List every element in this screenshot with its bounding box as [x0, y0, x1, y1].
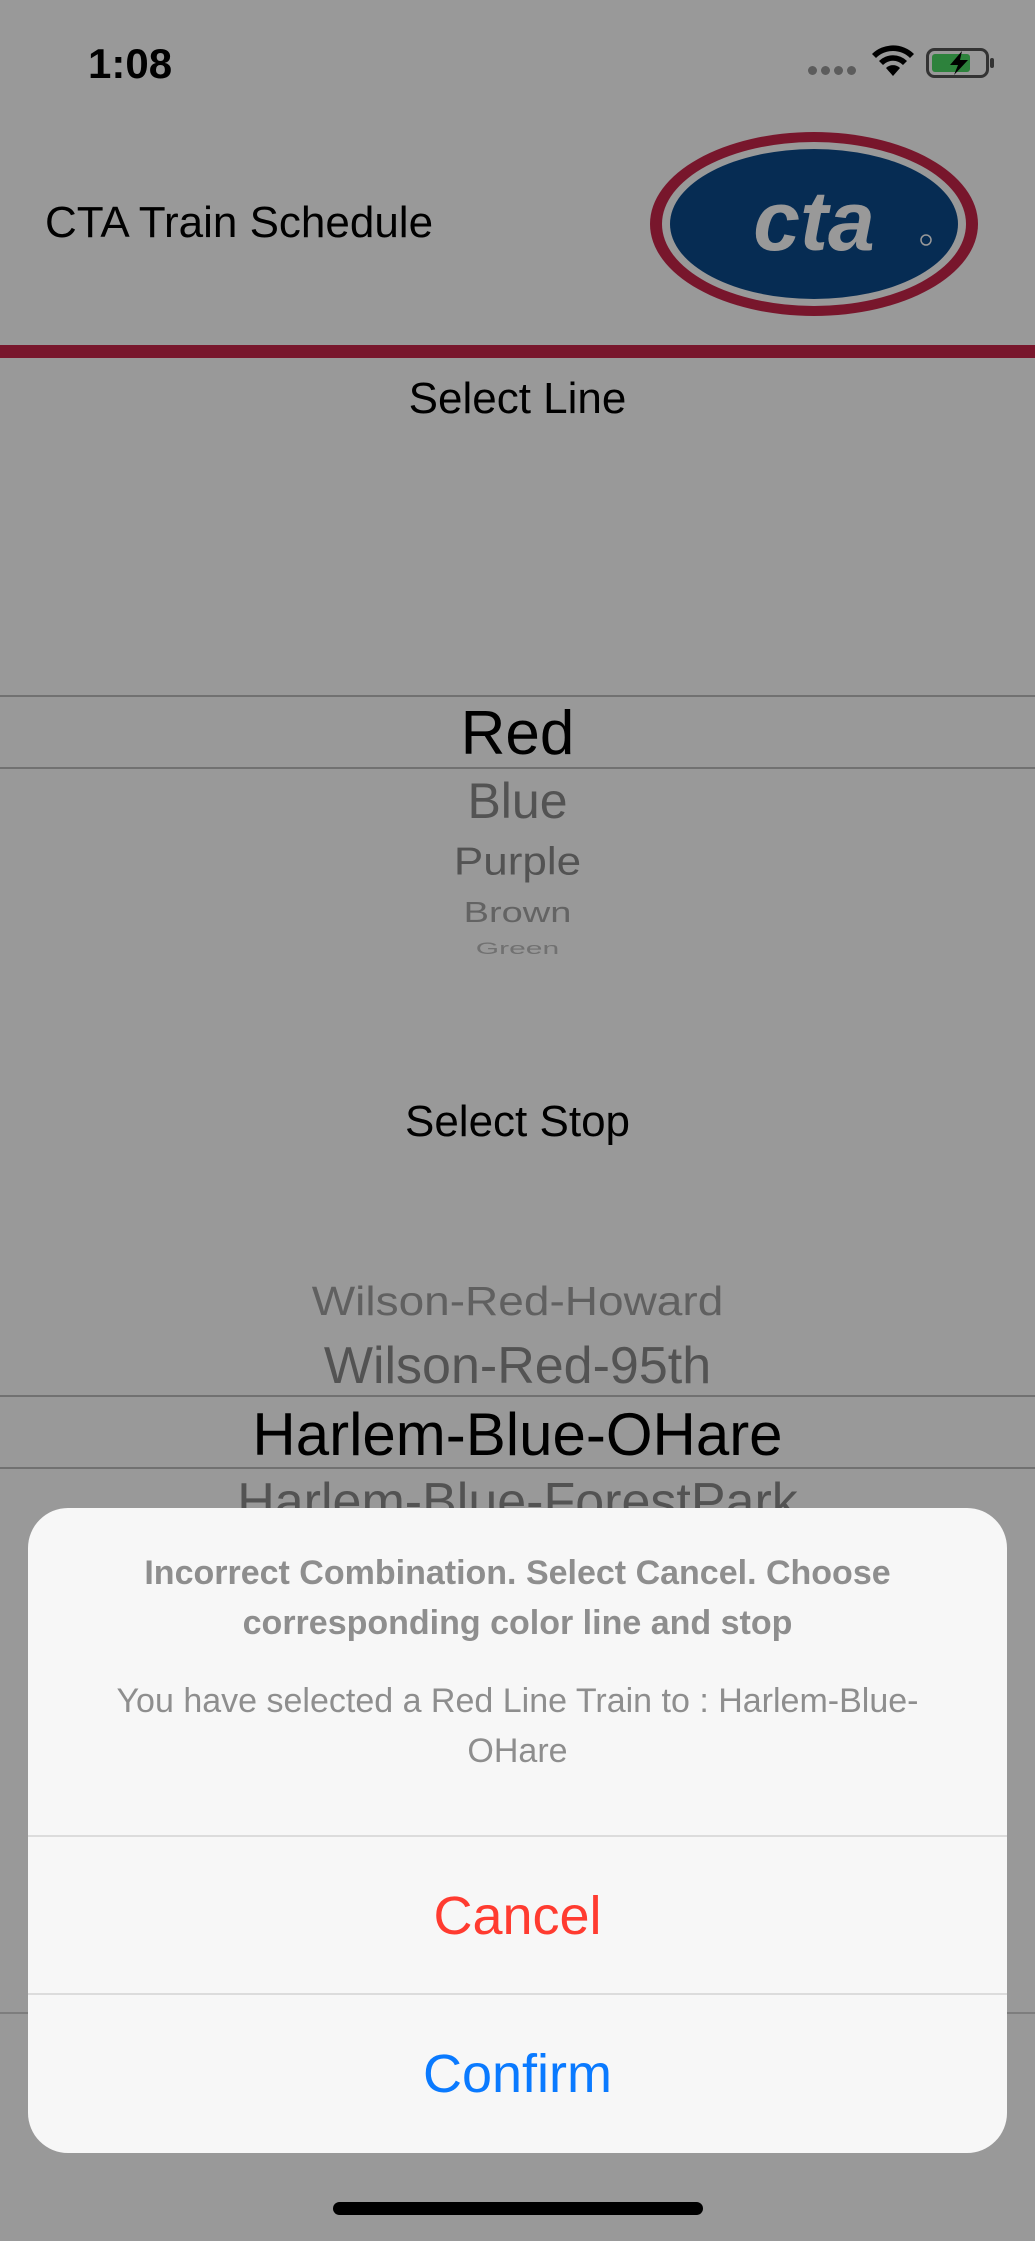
alert-message: You have selected a Red Line Train to : …	[116, 1682, 919, 1770]
home-indicator[interactable]	[333, 2202, 703, 2215]
alert-header: Incorrect Combination. Select Cancel. Ch…	[28, 1508, 1007, 1835]
alert-action-sheet: Incorrect Combination. Select Cancel. Ch…	[28, 1508, 1007, 2153]
confirm-button[interactable]: Confirm	[28, 1995, 1007, 2153]
cancel-button[interactable]: Cancel	[28, 1837, 1007, 1995]
alert-title: Incorrect Combination. Select Cancel. Ch…	[144, 1554, 891, 1642]
